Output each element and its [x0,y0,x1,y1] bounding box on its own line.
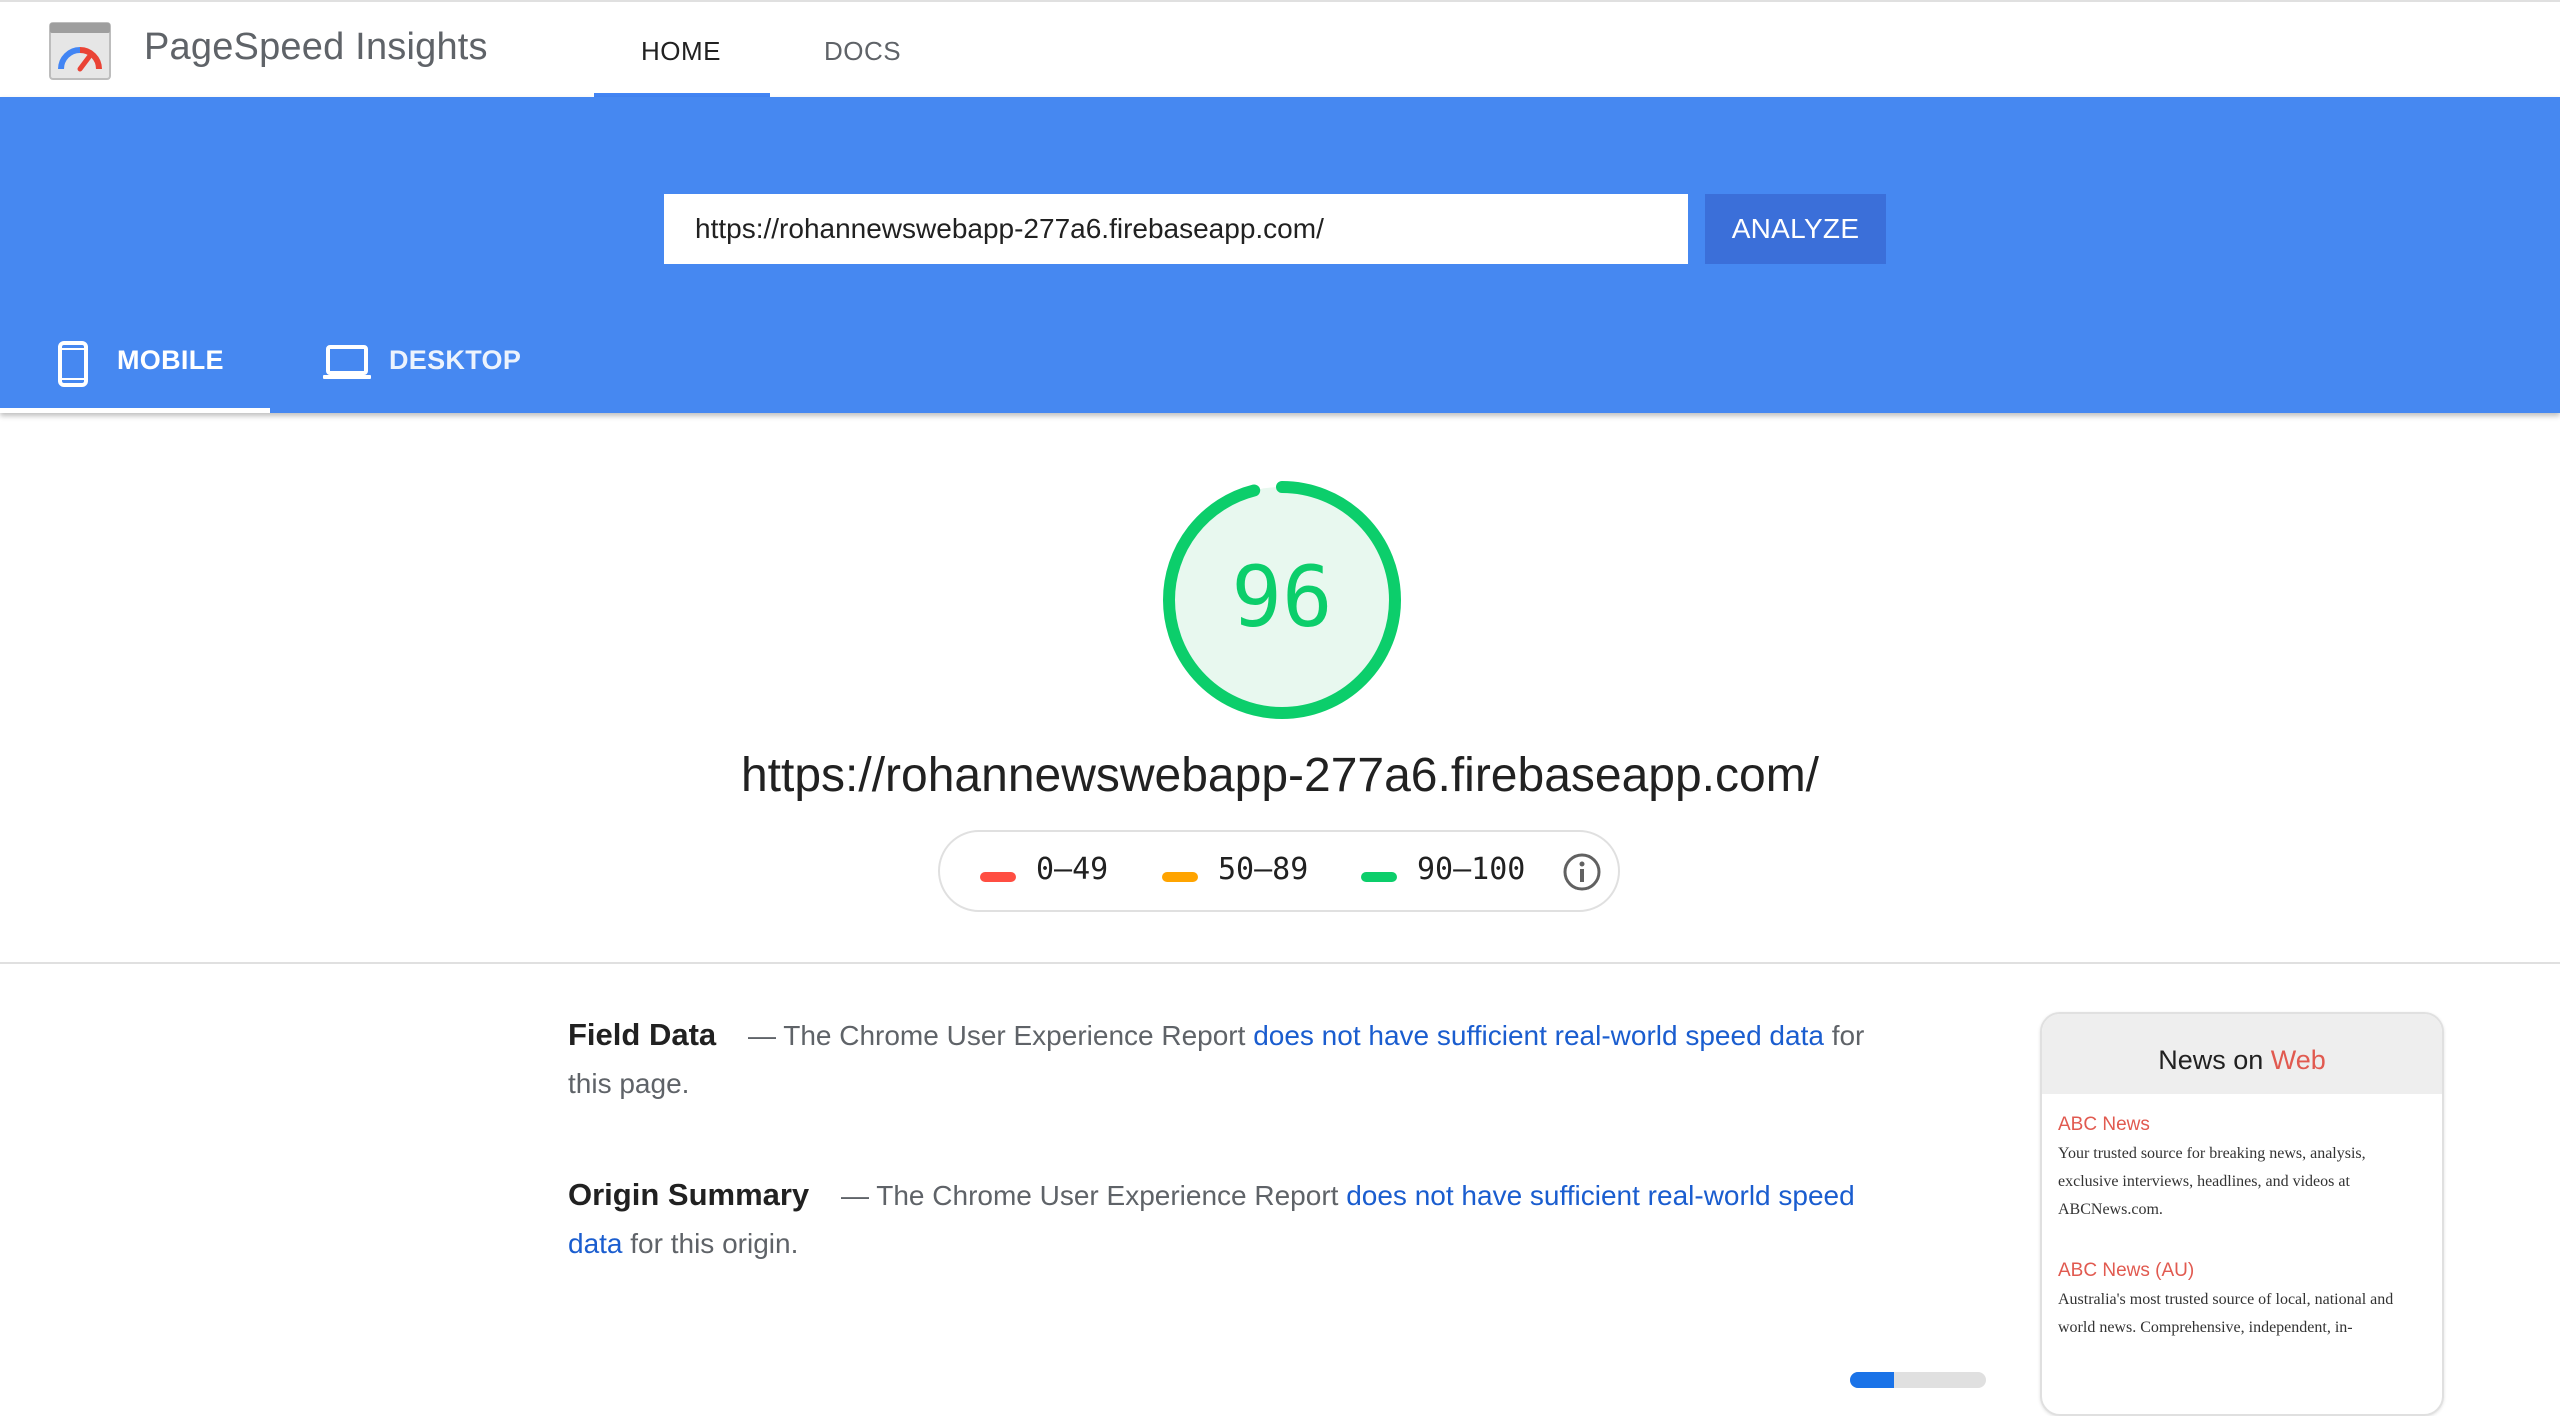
section-divider [0,962,2560,964]
origin-summary-text: — The Chrome User Experience Report [840,1180,1339,1211]
legend-average-label: 50–89 [1218,852,1309,887]
tab-desktop[interactable]: DESKTOP [300,337,560,413]
field-data-link[interactable]: does not have sufficient real-world spee… [1253,1020,1824,1051]
pagespeed-logo-icon[interactable] [49,22,111,80]
thumbnail-title-prefix: News on [2158,1045,2271,1075]
origin-summary-heading: Origin Summary [568,1177,810,1212]
analyze-hero: ANALYZE MOBILE DESKTOP [0,97,2560,413]
thumbnail-news-title: ABC News [2058,1114,2150,1135]
nav-tab-home[interactable]: HOME [641,36,721,67]
nav-tab-docs[interactable]: DOCS [824,36,901,67]
thumbnail-news-item: ABC News (AU) Australia's most trusted s… [2042,1260,2442,1342]
field-data-text: — The Chrome User Experience Report [747,1020,1246,1051]
field-data-heading: Field Data [568,1017,717,1052]
view-toggle[interactable] [1850,1372,1986,1388]
app-title: PageSpeed Insights [144,26,488,68]
score-legend: 0–49 50–89 90–100 [938,830,1620,912]
origin-summary-text-after: for this origin. [630,1228,799,1259]
performance-score-value: 96 [1231,548,1333,646]
thumbnail-news-desc: Australia's most trusted source of local… [2058,1291,2394,1336]
tab-mobile[interactable]: MOBILE [0,337,270,413]
info-icon[interactable] [1562,852,1602,892]
url-input[interactable] [664,194,1688,264]
smartphone-icon [58,341,88,387]
view-toggle-fill [1850,1372,1894,1388]
thumbnail-news-title: ABC News (AU) [2058,1260,2195,1281]
analyzed-url: https://rohannewswebapp-277a6.firebaseap… [740,749,1820,802]
device-tab-active-indicator [0,408,270,413]
analyze-button[interactable]: ANALYZE [1705,194,1886,264]
field-data-section: Field Data — The Chrome User Experience … [568,1011,1868,1108]
thumbnail-news-item: ABC News Your trusted source for breakin… [2042,1114,2442,1224]
legend-average-swatch [1162,872,1198,882]
origin-summary-section: Origin Summary — The Chrome User Experie… [568,1171,1868,1268]
laptop-icon [323,345,371,379]
legend-fail-swatch [980,872,1016,882]
tab-mobile-label: MOBILE [117,345,224,375]
page-screenshot-thumbnail: News on Web ABC News Your trusted source… [2040,1012,2444,1416]
thumbnail-header: News on Web [2042,1014,2442,1094]
thumbnail-title-accent: Web [2270,1045,2326,1075]
legend-pass-label: 90–100 [1417,852,1526,887]
tab-desktop-label: DESKTOP [389,345,522,375]
top-app-bar: PageSpeed Insights HOME DOCS [0,0,2560,98]
legend-pass-swatch [1361,872,1397,882]
thumbnail-news-desc: Your trusted source for breaking news, a… [2058,1145,2366,1218]
legend-fail-label: 0–49 [1036,852,1109,887]
